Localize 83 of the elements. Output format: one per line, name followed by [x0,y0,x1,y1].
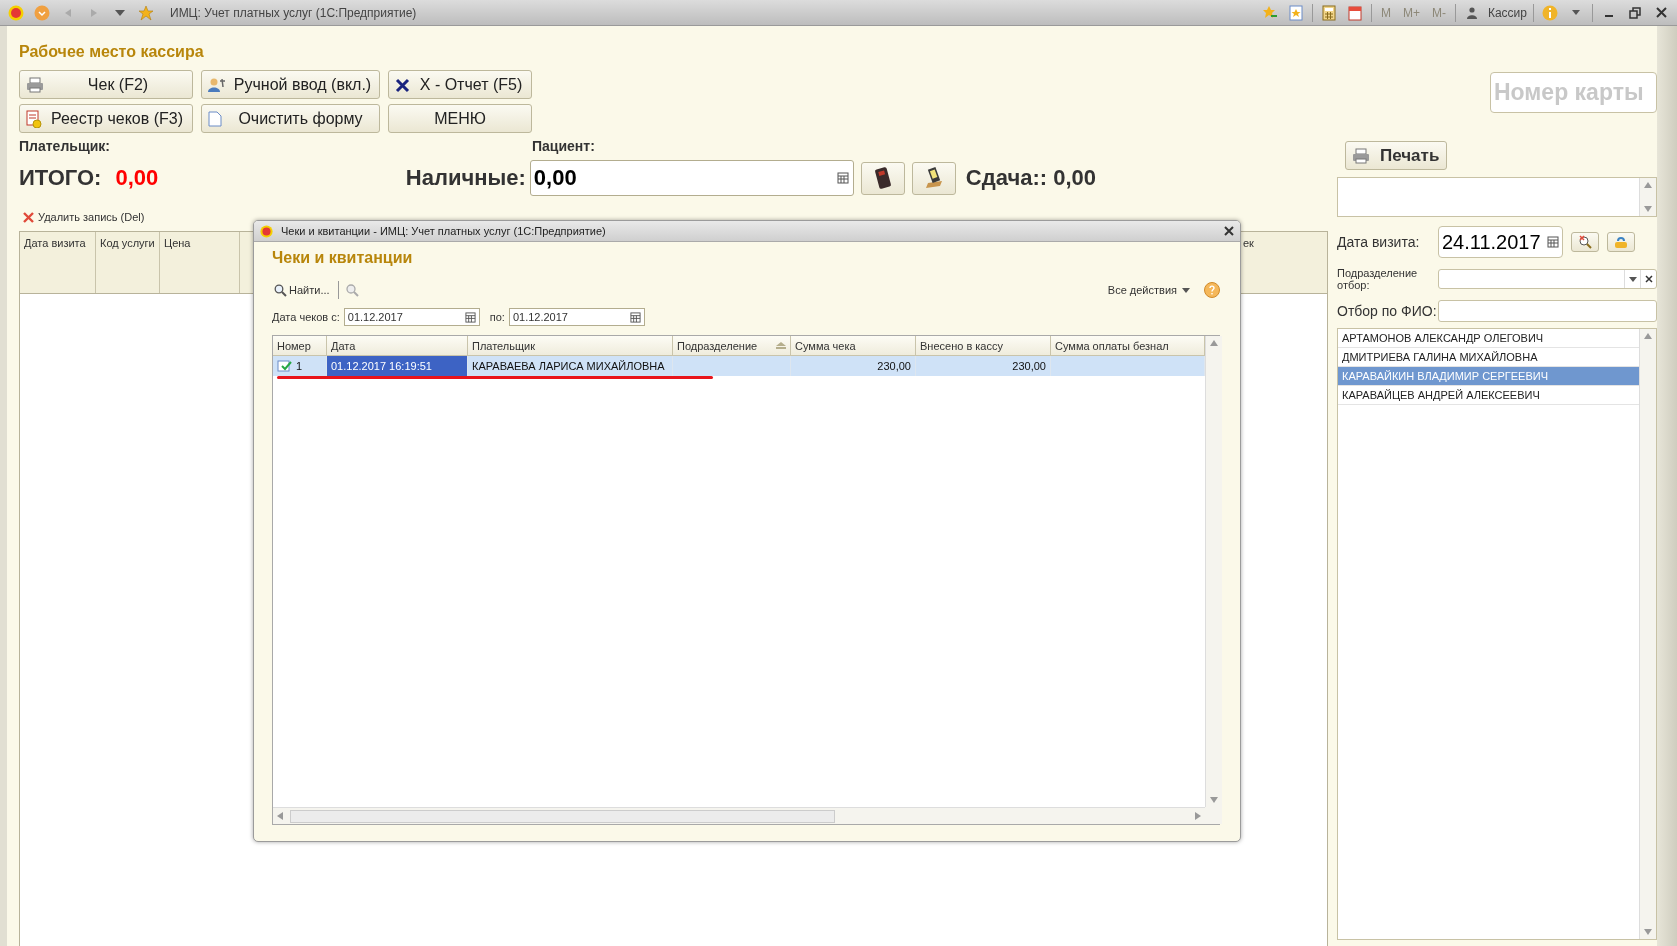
scroll-down-icon[interactable] [1210,796,1218,804]
app-title: ИМЦ: Учет платных услуг (1С:Предприятие) [170,5,417,20]
clear-icon[interactable] [1644,275,1653,283]
date-to-field[interactable]: 01.12.2017 [508,308,645,326]
visit-date-field[interactable]: 24.11.2017 [1438,226,1563,258]
caret-icon [1182,287,1190,293]
total-label: ИТОГО: [19,165,102,191]
scroll-down-icon[interactable] [1644,205,1652,213]
printer-icon [26,76,44,93]
name-filter-field[interactable] [1438,300,1657,322]
scroll-left-icon[interactable] [276,812,284,820]
table-cell: 230,00 [916,356,1051,376]
table-cell: 01.12.2017 16:19:51 [327,356,468,376]
card-terminal-button[interactable] [860,161,905,195]
document-icon [208,110,222,127]
refresh-button[interactable] [1607,232,1635,252]
dropdown-icon[interactable] [1628,276,1637,282]
column-header[interactable]: Дата [327,336,468,355]
calculator-icon[interactable] [836,172,849,184]
refresh-icon [1613,234,1629,250]
date-from-field[interactable]: 01.12.2017 [343,308,480,326]
patient-label: Пациент: [532,138,595,156]
column-header: Дата визита [20,232,96,293]
date-to-label: по: [489,311,505,323]
toolbar-button[interactable]: МЕНЮ [388,104,532,133]
cash-register-button[interactable] [911,161,956,195]
patient-item[interactable]: КАРАВАЙЦЕВ АНДРЕЙ АЛЕКСЕЕВИЧ [1338,386,1639,405]
patient-item[interactable]: ДМИТРИЕВА ГАЛИНА МИХАЙЛОВНА [1338,348,1639,367]
all-actions-menu[interactable]: Все действия [1105,284,1192,296]
scroll-up-icon[interactable] [1210,339,1218,347]
scroll-down-icon[interactable] [1644,928,1652,936]
close-icon[interactable] [1224,226,1234,236]
cancel-search-icon[interactable] [344,283,359,297]
dialog-heading: Чеки и квитанции [272,249,414,268]
name-filter-label: Отбор по ФИО: [1337,303,1438,319]
calendar-icon[interactable] [1547,236,1559,248]
toolbar-button[interactable]: X - Отчет (F5) [388,70,532,99]
cash-field[interactable]: 0,00 [529,160,854,196]
change-amount: Сдача:: 0,00 [965,165,1096,191]
table-cell: 230,00 [791,356,916,376]
date-from-label: Дата чеков с: [272,311,340,323]
help-icon[interactable] [1204,282,1220,298]
delete-icon [23,211,34,223]
clear-search-button[interactable] [1571,232,1599,252]
cash-label: Наличные: [405,165,526,191]
total-value: 0,00 [115,165,160,191]
column-header[interactable]: Сумма чека [791,336,916,355]
column-header: ек [1243,237,1255,251]
print-button[interactable]: Печать [1345,141,1447,170]
delete-record-link[interactable]: Удалить запись (Del) [23,209,145,225]
user-edit-icon [208,76,226,93]
column-header[interactable]: Внесено в кассу [916,336,1051,355]
toolbar-button[interactable]: Ручной ввод (вкл.) [201,70,380,99]
scroll-right-icon[interactable] [1194,812,1202,820]
document-coins-icon [26,109,42,128]
department-label: Подразделение отбор: [1337,267,1419,291]
column-header: Цена [160,232,240,293]
printer-icon [1352,147,1370,164]
scroll-up-icon[interactable] [1644,181,1652,189]
calendar-icon[interactable] [629,311,641,323]
logo-icon [260,224,273,238]
department-field[interactable] [1438,269,1657,289]
column-header[interactable]: Подразделение [673,336,791,355]
form-title: Рабочее место кассира [19,43,205,62]
search-icon [274,283,287,297]
comment-field[interactable] [1337,177,1657,217]
toolbar-button[interactable]: Очистить форму [201,104,380,133]
toolbar-button[interactable]: Реестр чеков (F3) [19,104,193,133]
calendar-icon[interactable] [464,311,476,323]
scroll-up-icon[interactable] [1644,332,1652,340]
scroll-thumb[interactable] [290,809,835,823]
payer-label: Плательщик: [19,138,111,156]
dialog-title: Чеки и квитанции - ИМЦ: Учет платных услуг (1С:Предприятие) [281,225,607,237]
receipt-row[interactable]: 1 01.12.2017 16:19:51 КАРАВАЕВА ЛАРИСА МИХАЙЛОВНА 230,00 230,00 [273,356,1205,376]
column-header[interactable]: Номер [273,336,327,355]
find-button[interactable]: Найти... [272,283,332,297]
column-header: Код услуги [96,232,160,293]
column-header[interactable]: Плательщик [468,336,673,355]
toolbar-button[interactable]: Чек (F2) [19,70,193,99]
user-name[interactable]: Кассир [1487,5,1527,20]
search-clear-icon [1577,234,1593,250]
x-mark-icon [395,76,411,93]
visit-date-label: Дата визита: [1337,234,1421,250]
